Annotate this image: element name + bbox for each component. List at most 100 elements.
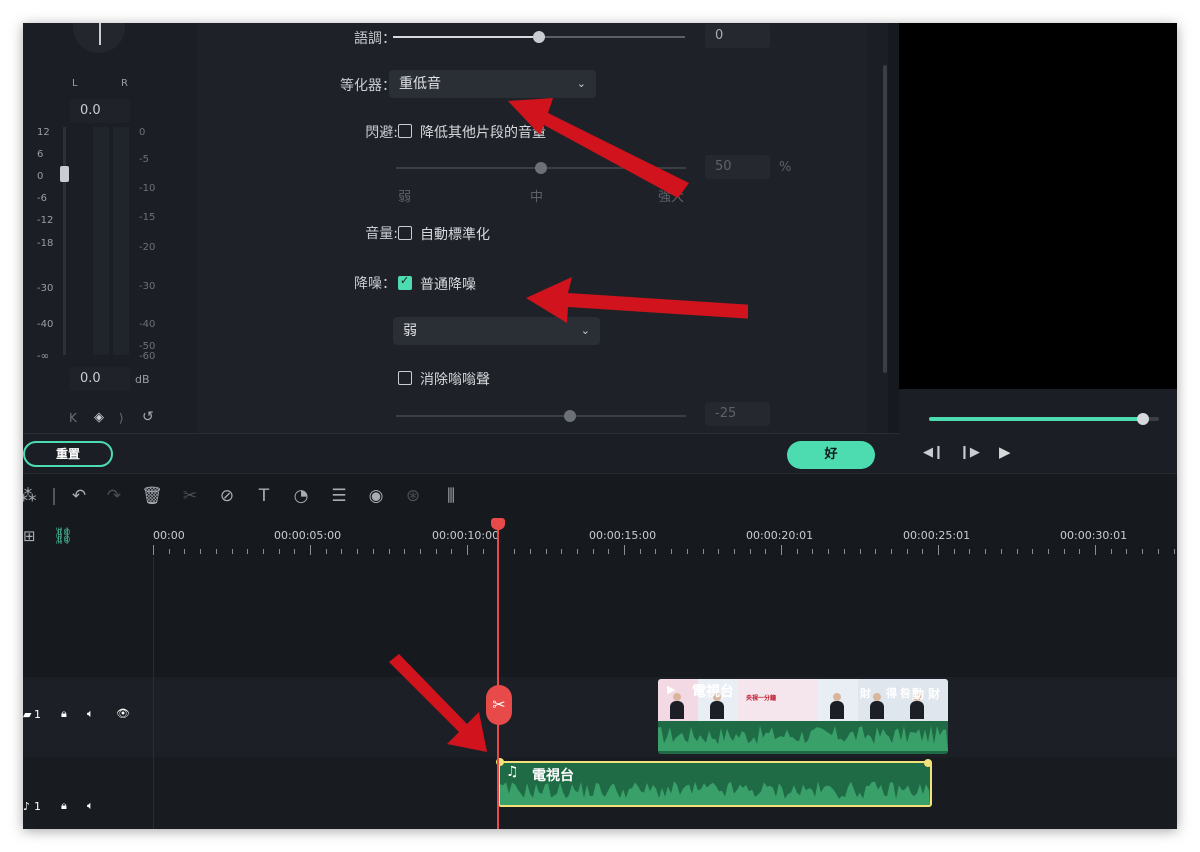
add-track-icon[interactable]: ⊞ <box>23 527 36 545</box>
audio-clip[interactable]: ♫ 電視台 <box>498 761 932 807</box>
ruler-tick <box>843 549 845 554</box>
ruler-tick <box>985 549 987 554</box>
hum-slider-track[interactable] <box>396 415 686 417</box>
grid-icon[interactable]: ⁂ <box>23 486 39 506</box>
ruler-tick <box>1095 545 1096 555</box>
ruler-label: 00:00 <box>153 529 185 542</box>
speaker-icon[interactable]: 🔈︎ <box>87 799 94 813</box>
speech-to-text-icon[interactable]: ⊛ <box>402 486 424 506</box>
ruler-tick <box>168 549 170 554</box>
speed-icon[interactable]: ◔ <box>290 486 312 506</box>
link-icon[interactable]: ⛓ <box>53 526 73 545</box>
thumb-caption: 央視一分鐘 <box>746 695 777 702</box>
playhead[interactable] <box>497 521 499 829</box>
ruler-tick <box>765 549 767 554</box>
ruler-tick <box>875 549 877 554</box>
denoise-checkbox[interactable] <box>398 274 412 290</box>
hum-removal-checkbox[interactable] <box>398 371 412 385</box>
ruler-tick <box>718 549 720 554</box>
ruler-tick <box>749 549 751 554</box>
audio-clip-handle-right[interactable] <box>924 759 932 767</box>
text-icon[interactable]: T <box>253 486 275 506</box>
lock-icon[interactable]: 🔒︎ <box>61 799 67 813</box>
add-keyframe-icon[interactable]: ◈ <box>94 410 104 425</box>
thumb-caption: 財 <box>860 687 871 700</box>
toolbar-divider: | <box>51 486 57 506</box>
ruler-tick <box>1032 549 1034 554</box>
meter-scale-label: -30 <box>37 283 54 294</box>
equalizer-selected: 重低音 <box>399 76 441 92</box>
step-back-icon[interactable]: ◀❙ <box>923 445 944 460</box>
preview-progress-fill <box>929 417 1143 421</box>
ruler-label: 00:00:20:01 <box>746 529 814 542</box>
ruler-tick <box>153 545 154 555</box>
video-clip[interactable]: 央視一分鐘 財 得 咎 ▶ 電視台 動 財 <box>658 679 948 754</box>
ruler-tick <box>200 549 202 554</box>
adjust-icon[interactable]: ☰ <box>328 486 350 506</box>
pan-value[interactable]: 0.0 <box>70 99 130 123</box>
speaker-icon[interactable]: 🔈︎ <box>87 707 94 721</box>
audio-effect-icon[interactable]: ◉ <box>365 486 387 506</box>
lock-icon[interactable]: 🔒︎ <box>61 707 67 721</box>
ruler-tick <box>733 549 735 554</box>
redo-icon[interactable]: ↷ <box>103 486 125 506</box>
reset-button[interactable]: 重置 <box>23 441 113 467</box>
ruler-tick <box>1157 549 1159 554</box>
settings-scrollbar[interactable] <box>883 65 887 373</box>
ok-button[interactable]: 好 <box>787 441 875 469</box>
hum-slider-handle[interactable] <box>564 410 576 422</box>
meter-scale-label: -40 <box>37 319 54 330</box>
prev-keyframe-icon[interactable]: K <box>69 411 77 425</box>
video-clip-title: 電視台 <box>692 684 734 700</box>
step-forward-icon[interactable]: ❙▶ <box>959 445 980 460</box>
left-channel-label: L <box>72 78 78 89</box>
dialog-button-row <box>23 433 899 474</box>
meter-scale-label: -∞ <box>37 351 49 362</box>
ruler-tick <box>529 549 531 554</box>
ruler-tick <box>1000 549 1002 554</box>
hum-value[interactable]: -25 <box>705 402 770 426</box>
meter-scale-label: -12 <box>37 215 54 226</box>
preview-progress-handle[interactable] <box>1136 413 1149 425</box>
ducking-label: 閃避: <box>365 125 398 141</box>
ruler-tick <box>341 549 343 554</box>
auto-normalize-checkbox[interactable] <box>398 226 412 240</box>
editor-window: L R 0.0 12 6 0 -6 -12 -18 -30 -40 -∞ 0 -5 -10 -15 -2… <box>23 23 1177 829</box>
ruler-tick <box>545 549 547 554</box>
ruler-tick <box>310 545 311 555</box>
waveform-shape <box>658 725 948 751</box>
pitch-value[interactable]: 0 <box>705 24 770 48</box>
delete-icon[interactable]: 🗑 <box>141 486 163 506</box>
next-keyframe-icon[interactable]: ⟩ <box>119 411 124 425</box>
ruler-tick <box>953 549 955 554</box>
thumbnail <box>778 679 819 721</box>
ruler-tick <box>859 549 861 554</box>
gain-value[interactable]: 0.0 <box>70 367 130 391</box>
ruler-tick <box>781 545 782 555</box>
ruler-tick <box>467 545 468 555</box>
waveform-icon[interactable]: ⫼ <box>440 486 462 506</box>
gain-slider-track[interactable] <box>63 127 66 355</box>
play-icon[interactable]: ▶ <box>999 443 1011 461</box>
right-channel-label: R <box>121 78 128 89</box>
undo-icon[interactable]: ↶ <box>68 486 90 506</box>
eye-icon[interactable]: 👁︎ <box>116 707 130 720</box>
gain-slider-handle[interactable] <box>60 166 69 182</box>
ducking-checkbox[interactable] <box>398 124 412 138</box>
thumbnail <box>818 679 859 721</box>
cut-icon[interactable]: ✂ <box>179 486 201 506</box>
denoise-label: 降噪： <box>354 276 396 292</box>
ruler-tick <box>639 549 641 554</box>
ducking-unit: % <box>779 160 792 175</box>
playhead-handle[interactable] <box>491 518 505 530</box>
tag-icon[interactable]: ⊘ <box>216 486 238 506</box>
meter-scale-label: -10 <box>139 183 156 194</box>
ruler-tick <box>482 549 484 554</box>
reset-keyframe-icon[interactable]: ↺ <box>142 409 154 425</box>
pitch-slider-handle[interactable] <box>533 31 545 43</box>
thumbnail: 央視一分鐘 <box>738 679 779 721</box>
timeline-ruler[interactable]: 00:00 00:00:05:00 00:00:10:00 00:00:15:0… <box>153 519 1177 557</box>
level-meter-right <box>113 127 129 355</box>
meter-scale-label: -18 <box>37 238 54 249</box>
ruler-tick <box>1016 549 1018 554</box>
